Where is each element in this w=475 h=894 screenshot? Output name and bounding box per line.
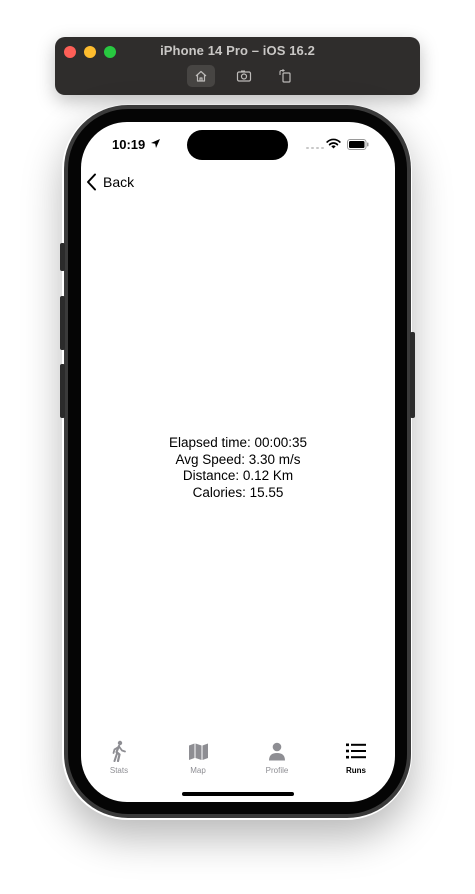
screenshot-icon bbox=[236, 70, 252, 82]
minimize-window-button[interactable] bbox=[84, 46, 96, 58]
wifi-icon bbox=[326, 138, 341, 149]
distance-text: Distance: 0.12 Km bbox=[182, 468, 294, 483]
simulator-title: iPhone 14 Pro – iOS 16.2 bbox=[160, 43, 315, 58]
tab-map[interactable]: Map bbox=[163, 740, 233, 776]
simulator-window: iPhone 14 Pro – iOS 16.2 10:19 Back Elap… bbox=[0, 0, 475, 894]
tab-runs[interactable]: Runs bbox=[321, 740, 391, 776]
dynamic-island bbox=[187, 130, 288, 160]
volume-up-button bbox=[60, 296, 65, 350]
location-arrow-icon bbox=[151, 139, 160, 148]
map-icon bbox=[188, 743, 208, 760]
home-icon bbox=[195, 70, 207, 82]
power-button bbox=[410, 332, 415, 418]
chevron-left-icon bbox=[87, 173, 96, 191]
volume-down-button bbox=[60, 364, 65, 418]
walk-icon bbox=[112, 740, 126, 762]
rotate-button[interactable] bbox=[271, 65, 299, 87]
back-label: Back bbox=[103, 174, 135, 190]
run-stats: Elapsed time: 00:00:35 Avg Speed: 3.30 m… bbox=[81, 435, 395, 501]
rotate-icon bbox=[279, 69, 291, 83]
person-icon bbox=[269, 742, 285, 760]
home-button[interactable] bbox=[187, 65, 215, 87]
status-time: 10:19 bbox=[112, 137, 146, 152]
elapsed-time-text: Elapsed time: 00:00:35 bbox=[168, 435, 308, 450]
battery-icon bbox=[347, 139, 369, 150]
home-indicator[interactable] bbox=[182, 792, 294, 796]
back-button[interactable]: Back bbox=[86, 172, 134, 192]
zoom-window-button[interactable] bbox=[104, 46, 116, 58]
calories-text: Calories: 15.55 bbox=[192, 484, 284, 500]
tab-stats[interactable]: Stats bbox=[84, 740, 154, 776]
close-window-button[interactable] bbox=[64, 46, 76, 58]
cellular-signal-icon bbox=[306, 147, 324, 149]
tab-runs-label: Runs bbox=[346, 766, 366, 775]
tab-map-label: Map bbox=[190, 766, 206, 775]
avg-speed-text: Avg Speed: 3.30 m/s bbox=[175, 451, 301, 467]
action-button bbox=[60, 243, 65, 271]
tab-profile[interactable]: Profile bbox=[242, 740, 312, 776]
tab-profile-label: Profile bbox=[265, 766, 289, 775]
list-icon bbox=[346, 743, 366, 759]
tab-stats-label: Stats bbox=[109, 766, 129, 775]
screenshot-button[interactable] bbox=[230, 65, 258, 87]
